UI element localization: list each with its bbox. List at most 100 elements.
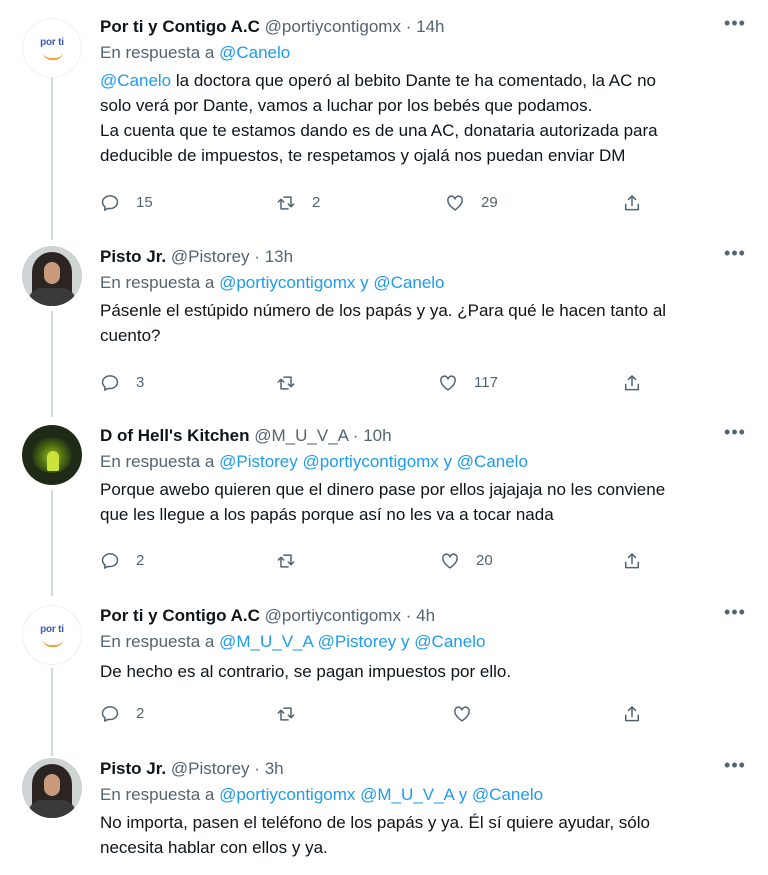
avatar-photo-figure (47, 451, 59, 471)
mention-link[interactable]: @Pistorey (318, 632, 397, 651)
mention-link[interactable]: @Canelo (414, 632, 485, 651)
more-horizontal-icon[interactable]: ••• (722, 244, 748, 266)
avatar[interactable] (22, 425, 82, 485)
reply-bubble-icon (101, 375, 119, 391)
reply-prefix: En respuesta a (100, 273, 215, 292)
retweet-icon (277, 196, 295, 210)
mention-link[interactable]: @Canelo (472, 785, 543, 804)
more-horizontal-icon[interactable]: ••• (722, 756, 748, 778)
logo-smile-mark (43, 52, 63, 60)
timestamp[interactable]: 4h (416, 606, 435, 625)
timestamp[interactable]: 13h (265, 247, 293, 266)
tweet[interactable]: por ti Por ti y Contigo A.C @portiyconti… (0, 603, 768, 751)
avatar[interactable] (22, 246, 82, 306)
mention-link[interactable]: @M_U_V_A (219, 632, 313, 651)
like-count: 29 (481, 194, 498, 211)
tweet[interactable]: D of Hell's Kitchen @M_U_V_A · 10h ••• E… (0, 423, 768, 595)
action-bar: 2 20 (100, 548, 748, 574)
avatar-photo-shirt (28, 288, 76, 306)
user-handle[interactable]: @Pistorey (171, 247, 250, 266)
mention-link[interactable]: @M_U_V_A (360, 785, 454, 804)
share-icon (625, 553, 639, 569)
mention-link[interactable]: @portiycontigomx (303, 452, 439, 471)
tweet[interactable]: Pisto Jr. @Pistorey · 13h ••• En respues… (0, 244, 768, 416)
tweet[interactable]: Pisto Jr. @Pistorey · 3h ••• En respuest… (0, 756, 768, 875)
mention-link[interactable]: @Canelo (219, 43, 290, 62)
retweet-icon (277, 707, 295, 721)
reply-count: 2 (136, 552, 145, 569)
avatar-photo-face (44, 262, 60, 284)
tweet-header: Por ti y Contigo A.C @portiycontigomx · … (100, 14, 748, 40)
mention-link[interactable]: @Canelo (457, 452, 528, 471)
tweet-thread: por ti Por ti y Contigo A.C @portiyconti… (0, 0, 768, 875)
reply-connector: y (401, 632, 410, 651)
reply-bubble-icon (101, 706, 119, 722)
reply-context: En respuesta a @portiycontigomx @M_U_V_A… (100, 782, 748, 808)
like-count: 117 (474, 374, 498, 391)
reply-prefix: En respuesta a (100, 785, 215, 804)
por-ti-logo: por ti (40, 624, 64, 635)
action-bar: 15 2 29 (100, 190, 748, 216)
tweet-text: Pásenle el estúpido número de los papás … (100, 298, 748, 348)
text-segment: la doctora que operó al bebito Dante te … (171, 71, 656, 90)
reply-context: En respuesta a @M_U_V_A @Pistorey y @Can… (100, 629, 748, 655)
display-name[interactable]: Pisto Jr. (100, 759, 166, 778)
mention-link[interactable]: @Pistorey (219, 452, 298, 471)
separator-dot: · (254, 247, 260, 266)
text-line: necesita hablar con ellos y ya. (100, 838, 328, 857)
timestamp[interactable]: 10h (363, 426, 391, 445)
user-handle[interactable]: @M_U_V_A (254, 426, 348, 445)
mention-link[interactable]: @Canelo (100, 71, 171, 90)
tweet-content: D of Hell's Kitchen @M_U_V_A · 10h ••• E… (100, 423, 748, 569)
tweet-content: Por ti y Contigo A.C @portiycontigomx · … (100, 14, 748, 211)
tweet-content: Pisto Jr. @Pistorey · 3h ••• En respuest… (100, 756, 748, 860)
action-bar: 3 117 (100, 370, 748, 396)
heart-icon (447, 195, 463, 211)
tweet-header: Por ti y Contigo A.C @portiycontigomx · … (100, 603, 748, 629)
text-line: deducible de impuestos, te respetamos y … (100, 146, 626, 165)
reply-count: 3 (136, 374, 145, 391)
tweet-text: Porque awebo quieren que el dinero pase … (100, 477, 748, 527)
more-horizontal-icon[interactable]: ••• (722, 603, 748, 625)
text-line: Pásenle el estúpido número de los papás … (100, 301, 667, 320)
reply-context: En respuesta a @Pistorey @portiycontigom… (100, 449, 748, 475)
text-line: @Canelo la doctora que operó al bebito D… (100, 68, 748, 93)
reply-connector: y (443, 452, 453, 471)
more-horizontal-icon[interactable]: ••• (722, 423, 748, 445)
reply-bubble-icon (101, 195, 119, 211)
avatar[interactable]: por ti (22, 18, 82, 78)
tweet-content: Pisto Jr. @Pistorey · 13h ••• En respues… (100, 244, 748, 391)
avatar[interactable] (22, 758, 82, 818)
retweet-count: 2 (312, 194, 321, 211)
reply-prefix: En respuesta a (100, 43, 215, 62)
text-line: cuento? (100, 326, 161, 345)
mention-link[interactable]: @portiycontigomx (219, 273, 355, 292)
reply-count: 2 (136, 705, 145, 722)
retweet-icon (277, 376, 295, 390)
timestamp[interactable]: 14h (416, 17, 444, 36)
share-icon (625, 375, 639, 391)
logo-smile-mark (43, 639, 63, 647)
mention-link[interactable]: @Canelo (373, 273, 444, 292)
reply-count: 15 (136, 194, 153, 211)
user-handle[interactable]: @Pistorey (171, 759, 250, 778)
user-handle[interactable]: @portiycontigomx (265, 17, 401, 36)
text-line: La cuenta que te estamos dando es de una… (100, 121, 658, 140)
action-bar: 2 (100, 701, 748, 727)
display-name[interactable]: Por ti y Contigo A.C (100, 17, 260, 36)
user-handle[interactable]: @portiycontigomx (265, 606, 401, 625)
more-horizontal-icon[interactable]: ••• (722, 14, 748, 36)
mention-link[interactable]: @portiycontigomx (219, 785, 355, 804)
text-line: Porque awebo quieren que el dinero pase … (100, 480, 666, 499)
display-name[interactable]: Pisto Jr. (100, 247, 166, 266)
display-name[interactable]: Por ti y Contigo A.C (100, 606, 260, 625)
tweet[interactable]: por ti Por ti y Contigo A.C @portiyconti… (0, 14, 768, 234)
avatar-photo-face (44, 774, 60, 796)
separator-dot: · (254, 759, 260, 778)
tweet-text: De hecho es al contrario, se pagan impue… (100, 659, 748, 684)
timestamp[interactable]: 3h (265, 759, 284, 778)
display-name[interactable]: D of Hell's Kitchen (100, 426, 250, 445)
tweet-header: Pisto Jr. @Pistorey · 13h (100, 244, 748, 270)
reply-bubble-icon (101, 553, 119, 569)
avatar[interactable]: por ti (22, 605, 82, 665)
